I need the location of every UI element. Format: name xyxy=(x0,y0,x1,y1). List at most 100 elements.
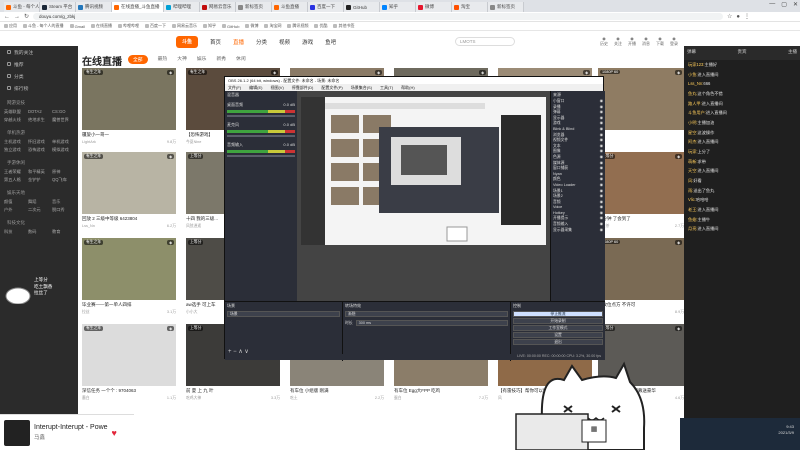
chat-tab-vip[interactable]: 贵宾 xyxy=(738,49,747,57)
volume-slider[interactable] xyxy=(227,115,295,117)
sidebar-game-link[interactable]: QQ飞车 xyxy=(52,177,74,183)
bookmark-item[interactable]: 哔哩哔哩 xyxy=(118,23,139,29)
stream-card[interactable]: 有生之年 ◈ 深信任务 一个个 : 9704063 墨白 1.1万 xyxy=(82,324,176,406)
scene-item[interactable]: 场景 xyxy=(227,311,340,317)
filter-chip[interactable]: 大神 xyxy=(177,55,187,64)
sidebar-game-link[interactable]: 户外 xyxy=(4,207,26,213)
header-icon[interactable]: ◉ 开播 xyxy=(626,36,638,47)
obs-menu-item[interactable]: 帮助(H) xyxy=(401,84,415,91)
stream-card[interactable]: 上等分◈ 一分钟 了会到了清雅茶2.7万 xyxy=(598,152,684,234)
stream-title[interactable]: 回放 2 三级中等级 6423804 xyxy=(82,216,176,222)
sidebar-game-link[interactable]: 数码 xyxy=(28,229,50,235)
obs-menu-item[interactable]: 停靠部件(D) xyxy=(292,84,314,91)
nav-item[interactable]: 分类 xyxy=(256,38,267,46)
filter-chip[interactable]: 娱乐 xyxy=(197,55,207,64)
obs-menu-item[interactable]: 配置文件(P) xyxy=(321,84,342,91)
bookmark-item[interactable]: 斗鱼 - 每个人的直播 xyxy=(23,23,64,29)
obs-control-button[interactable]: 工作室模式 xyxy=(513,325,603,331)
chat-user[interactable]: 路人甲: xyxy=(688,101,702,106)
chat-user[interactable]: 鱼丸: xyxy=(688,91,698,96)
sidebar-game-link[interactable]: 科技 xyxy=(4,229,26,235)
bookmark-item[interactable]: Gmail xyxy=(69,24,85,29)
nav-item[interactable]: 视频 xyxy=(279,38,290,46)
stream-thumbnail[interactable]: 有生之年 ◈ xyxy=(82,238,176,300)
bookmark-item[interactable]: 其他书签 xyxy=(333,23,354,29)
stream-title[interactable]: 疆旋小一哥一 xyxy=(82,132,176,138)
obs-preview[interactable] xyxy=(297,91,550,301)
sidebar-game-link[interactable]: 穿越火线 xyxy=(4,117,26,123)
chat-tab-danmu[interactable]: 弹幕 xyxy=(687,49,696,57)
header-icon[interactable]: ◉ 关注 xyxy=(612,36,624,47)
obs-control-button[interactable]: 设置 xyxy=(513,332,603,338)
browser-tab[interactable]: 知乎 xyxy=(380,2,416,12)
bookmark-item[interactable]: GitHub xyxy=(222,24,239,29)
sidebar-game-link[interactable]: 音乐 xyxy=(52,199,74,205)
volume-slider[interactable] xyxy=(227,155,295,157)
sidebar-game-link[interactable]: 二次元 xyxy=(28,207,50,213)
stream-title[interactable]: 一分钟 了会到了 xyxy=(598,216,684,222)
stream-card[interactable]: 1080P 60◈ 满攻位点方 不许可 Mmi8.9万 xyxy=(598,238,684,320)
obs-control-button[interactable]: 开始录制 xyxy=(513,318,603,324)
sidebar-game-link[interactable]: 金铲铲 xyxy=(28,177,50,183)
filter-chip[interactable]: 最热 xyxy=(158,55,168,64)
sidebar-game-link[interactable]: 单机游戏 xyxy=(52,139,74,145)
sidebar-item[interactable]: 我的关注 xyxy=(0,46,78,58)
filter-chip[interactable]: 新秀 xyxy=(216,55,226,64)
bookmark-item[interactable]: 优酷 xyxy=(314,23,327,29)
stream-thumbnail[interactable]: 有生之年 ◈ xyxy=(82,324,176,386)
stream-title[interactable]: 有车位 Egg大FPP 吃鸡 xyxy=(394,388,488,394)
obs-menu-item[interactable]: 编辑(E) xyxy=(249,84,262,91)
browser-tab[interactable]: Steam 平台 xyxy=(40,2,76,12)
transition-select[interactable]: 渐隐 xyxy=(345,311,508,317)
stream-title[interactable]: 毕业赛——第一单人四排 xyxy=(82,302,176,308)
bookmark-item[interactable]: 网易云音乐 xyxy=(172,23,197,29)
close-button[interactable]: ✕ xyxy=(793,1,798,8)
nav-item[interactable]: 鱼吧 xyxy=(325,38,336,46)
minimize-button[interactable]: — xyxy=(769,1,775,8)
chat-user[interactable]: 斗鱼用户: xyxy=(688,110,706,115)
streamer-name[interactable]: 今夏Nine xyxy=(186,140,201,145)
filter-chip[interactable]: 休闲 xyxy=(236,55,246,64)
streamer-name[interactable]: 吃土 xyxy=(290,396,298,401)
streamer-name[interactable]: 小小大 xyxy=(186,310,197,315)
chat-user[interactable]: 阿杰: xyxy=(688,139,698,144)
bookmark-item[interactable]: 知乎 xyxy=(203,23,216,29)
site-logo[interactable]: 斗鱼 xyxy=(176,36,198,48)
source-item[interactable]: 显示器采集 ◉ xyxy=(551,228,605,234)
heart-icon[interactable]: ♥ xyxy=(112,428,117,438)
sidebar-game-link[interactable]: CS:GO xyxy=(52,109,74,115)
bookmark-item[interactable]: 百度一下 xyxy=(145,23,166,29)
browser-tab[interactable]: 淘宝 xyxy=(452,2,488,12)
sidebar-game-link[interactable]: 舞蹈 xyxy=(28,199,50,205)
obs-control-button[interactable]: 退出 xyxy=(513,339,603,345)
sidebar-game-link[interactable]: 第五人格 xyxy=(4,177,26,183)
sidebar-game-link[interactable]: 教育 xyxy=(52,229,74,235)
chat-user[interactable]: 星空: xyxy=(688,130,698,135)
bookmark-item[interactable]: 腾讯视频 xyxy=(287,23,308,29)
bookmark-item[interactable]: 在线直播 xyxy=(91,23,112,29)
sidebar-game-link[interactable]: 英雄联盟 xyxy=(4,109,26,115)
search-input[interactable]: LMOTS xyxy=(455,37,515,46)
sidebar-game-link[interactable]: 恐怖游戏 xyxy=(28,147,50,153)
obs-menu-item[interactable]: 工具(T) xyxy=(380,84,393,91)
bookmark-item[interactable]: 淘宝网 xyxy=(264,23,281,29)
sidebar-game-link[interactable]: 和平精英 xyxy=(28,169,50,175)
chat-user[interactable]: 天空: xyxy=(688,168,698,173)
stream-title[interactable]: 有车位 小组版 刚满 xyxy=(290,388,384,394)
stream-title[interactable]: 深信任务 一个个 : 9704063 xyxy=(82,388,176,394)
star-icon[interactable]: ☆ xyxy=(727,13,732,20)
back-icon[interactable]: ← xyxy=(4,14,10,20)
header-icon[interactable]: ◉ 登录 xyxy=(668,36,680,47)
streamer-name[interactable]: Lss_Nn xyxy=(82,224,95,229)
streamer-name[interactable]: 吃鸡大神 xyxy=(186,396,201,401)
stream-card[interactable]: 1080P 60 ◈ xyxy=(598,68,684,150)
browser-tab[interactable]: 新标签页 xyxy=(488,2,524,12)
browser-tab[interactable]: 微博 xyxy=(416,2,452,12)
obs-menu-item[interactable]: 文件(F) xyxy=(228,84,241,91)
chat-user[interactable]: 玩家123: xyxy=(688,62,705,67)
profile-icon[interactable]: ● xyxy=(736,14,740,20)
nav-item[interactable]: 首页 xyxy=(210,38,221,46)
browser-tab[interactable]: 网易云音乐 xyxy=(200,2,236,12)
stream-card[interactable]: 有生之年 ◈ 毕业赛——第一单人四排 拉丝 3.1万 xyxy=(82,238,176,320)
streamer-name[interactable]: 拉丝 xyxy=(82,310,90,315)
